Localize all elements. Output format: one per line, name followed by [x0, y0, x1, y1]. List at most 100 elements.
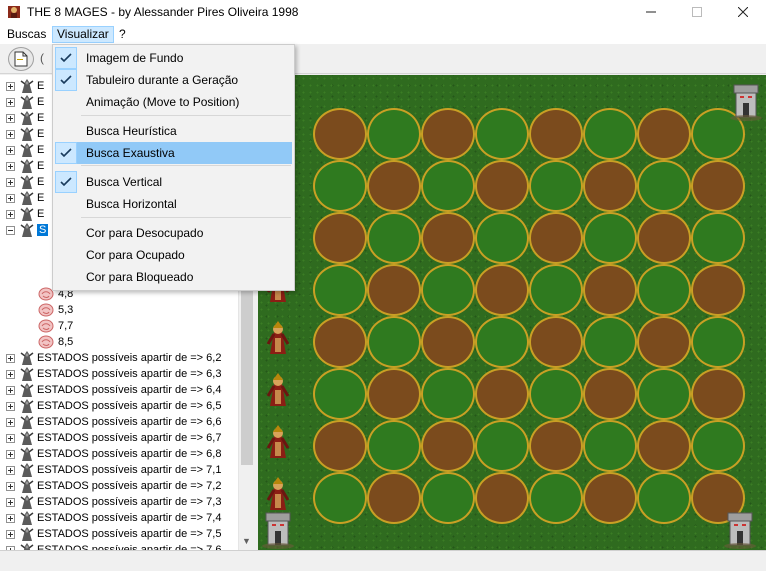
collapse-icon[interactable] — [6, 225, 15, 235]
board-cell[interactable] — [475, 160, 529, 212]
tree-node[interactable]: E — [0, 126, 44, 142]
menu-option[interactable]: Busca Exaustiva — [55, 142, 292, 164]
menu-option[interactable]: Busca Horizontal — [55, 193, 292, 215]
board-cell[interactable] — [529, 368, 583, 420]
expand-icon[interactable] — [6, 529, 15, 539]
expand-icon[interactable] — [6, 385, 15, 395]
board-cell[interactable] — [313, 212, 367, 264]
mage-piece[interactable] — [264, 320, 292, 356]
tree-child-node[interactable]: 7,7 — [38, 318, 73, 334]
expand-icon[interactable] — [6, 417, 15, 427]
board-cell[interactable] — [637, 472, 691, 524]
board-cell[interactable] — [529, 212, 583, 264]
maximize-button[interactable] — [674, 0, 720, 24]
scroll-down-icon[interactable]: ▼ — [242, 536, 251, 546]
board-cell[interactable] — [421, 160, 475, 212]
board-cell[interactable] — [475, 316, 529, 368]
board-cell[interactable] — [313, 368, 367, 420]
board-cell[interactable] — [691, 316, 745, 368]
tree-node[interactable]: ESTADOS possíveis apartir de => 7,6 — [0, 542, 221, 550]
menu-option[interactable]: Busca Heurística — [55, 120, 292, 142]
tree-node[interactable]: ESTADOS possíveis apartir de => 6,7 — [0, 430, 221, 446]
board-cell[interactable] — [583, 472, 637, 524]
board-cell[interactable] — [583, 212, 637, 264]
tree-node[interactable]: E — [0, 206, 44, 222]
board-cell[interactable] — [475, 472, 529, 524]
expand-icon[interactable] — [6, 177, 15, 187]
board-cell[interactable] — [637, 368, 691, 420]
board-cell[interactable] — [583, 108, 637, 160]
tree-node[interactable]: ESTADOS possíveis apartir de => 6,6 — [0, 414, 221, 430]
board-cell[interactable] — [367, 472, 421, 524]
board-cell[interactable] — [367, 316, 421, 368]
tree-node[interactable]: E — [0, 94, 44, 110]
board-cell[interactable] — [313, 472, 367, 524]
board-cell[interactable] — [313, 160, 367, 212]
expand-icon[interactable] — [6, 81, 15, 91]
tree-node[interactable]: E — [0, 110, 44, 126]
board-cell[interactable] — [583, 264, 637, 316]
tree-node[interactable]: ESTADOS possíveis apartir de => 6,3 — [0, 366, 221, 382]
menu-option[interactable]: Cor para Ocupado — [55, 244, 292, 266]
board-cell[interactable] — [529, 264, 583, 316]
tree-child-node[interactable]: 8,5 — [38, 334, 73, 350]
expand-icon[interactable] — [6, 129, 15, 139]
menu-buscas[interactable]: Buscas — [2, 26, 51, 43]
board-cell[interactable] — [637, 316, 691, 368]
board-cell[interactable] — [637, 108, 691, 160]
expand-icon[interactable] — [6, 465, 15, 475]
menu-option[interactable]: Busca Vertical — [55, 171, 292, 193]
board-cell[interactable] — [367, 108, 421, 160]
menu-visualizar[interactable]: Visualizar — [52, 26, 114, 43]
board-cell[interactable] — [367, 264, 421, 316]
board-cell[interactable] — [313, 420, 367, 472]
tree-node[interactable]: ESTADOS possíveis apartir de => 7,5 — [0, 526, 221, 542]
board-cell[interactable] — [583, 368, 637, 420]
tree-node[interactable]: ESTADOS possíveis apartir de => 7,2 — [0, 478, 221, 494]
mage-piece[interactable] — [264, 424, 292, 460]
board-cell[interactable] — [529, 316, 583, 368]
board-cell[interactable] — [421, 212, 475, 264]
board-cell[interactable] — [529, 420, 583, 472]
tree-node[interactable]: ESTADOS possíveis apartir de => 7,1 — [0, 462, 221, 478]
game-board[interactable] — [258, 75, 766, 550]
board-cell[interactable] — [583, 420, 637, 472]
board-cell[interactable] — [529, 160, 583, 212]
tree-node[interactable]: ESTADOS possíveis apartir de => 6,5 — [0, 398, 221, 414]
expand-icon[interactable] — [6, 369, 15, 379]
board-cell[interactable] — [691, 264, 745, 316]
board-cell[interactable] — [421, 420, 475, 472]
board-cell[interactable] — [421, 264, 475, 316]
tree-node[interactable]: ESTADOS possíveis apartir de => 7,4 — [0, 510, 221, 526]
board-cell[interactable] — [421, 108, 475, 160]
board-cell[interactable] — [367, 368, 421, 420]
expand-icon[interactable] — [6, 145, 15, 155]
expand-icon[interactable] — [6, 433, 15, 443]
expand-icon[interactable] — [6, 481, 15, 491]
expand-icon[interactable] — [6, 513, 15, 523]
tree-child-node[interactable]: 5,3 — [38, 302, 73, 318]
expand-icon[interactable] — [6, 97, 15, 107]
board-cell[interactable] — [583, 160, 637, 212]
tree-node[interactable]: ESTADOS possíveis apartir de => 6,4 — [0, 382, 221, 398]
board-cell[interactable] — [475, 264, 529, 316]
expand-icon[interactable] — [6, 449, 15, 459]
board-cell[interactable] — [421, 472, 475, 524]
toolbar-partial-button[interactable]: ( — [40, 51, 44, 65]
board-cell[interactable] — [691, 420, 745, 472]
menu-option[interactable]: Tabuleiro durante a Geração — [55, 69, 292, 91]
board-cell[interactable] — [637, 212, 691, 264]
tree-node[interactable]: E — [0, 142, 44, 158]
board-cell[interactable] — [475, 368, 529, 420]
menu-option[interactable]: Imagem de Fundo — [55, 47, 292, 69]
expand-icon[interactable] — [6, 497, 15, 507]
board-cell[interactable] — [367, 160, 421, 212]
tree-node[interactable]: ESTADOS possíveis apartir de => 6,2 — [0, 350, 221, 366]
tree-node[interactable]: ESTADOS possíveis apartir de => 7,3 — [0, 494, 221, 510]
board-cell[interactable] — [475, 420, 529, 472]
board-cell[interactable] — [583, 316, 637, 368]
board-cell[interactable] — [691, 160, 745, 212]
board-cell[interactable] — [637, 420, 691, 472]
expand-icon[interactable] — [6, 161, 15, 171]
board-cell[interactable] — [475, 108, 529, 160]
